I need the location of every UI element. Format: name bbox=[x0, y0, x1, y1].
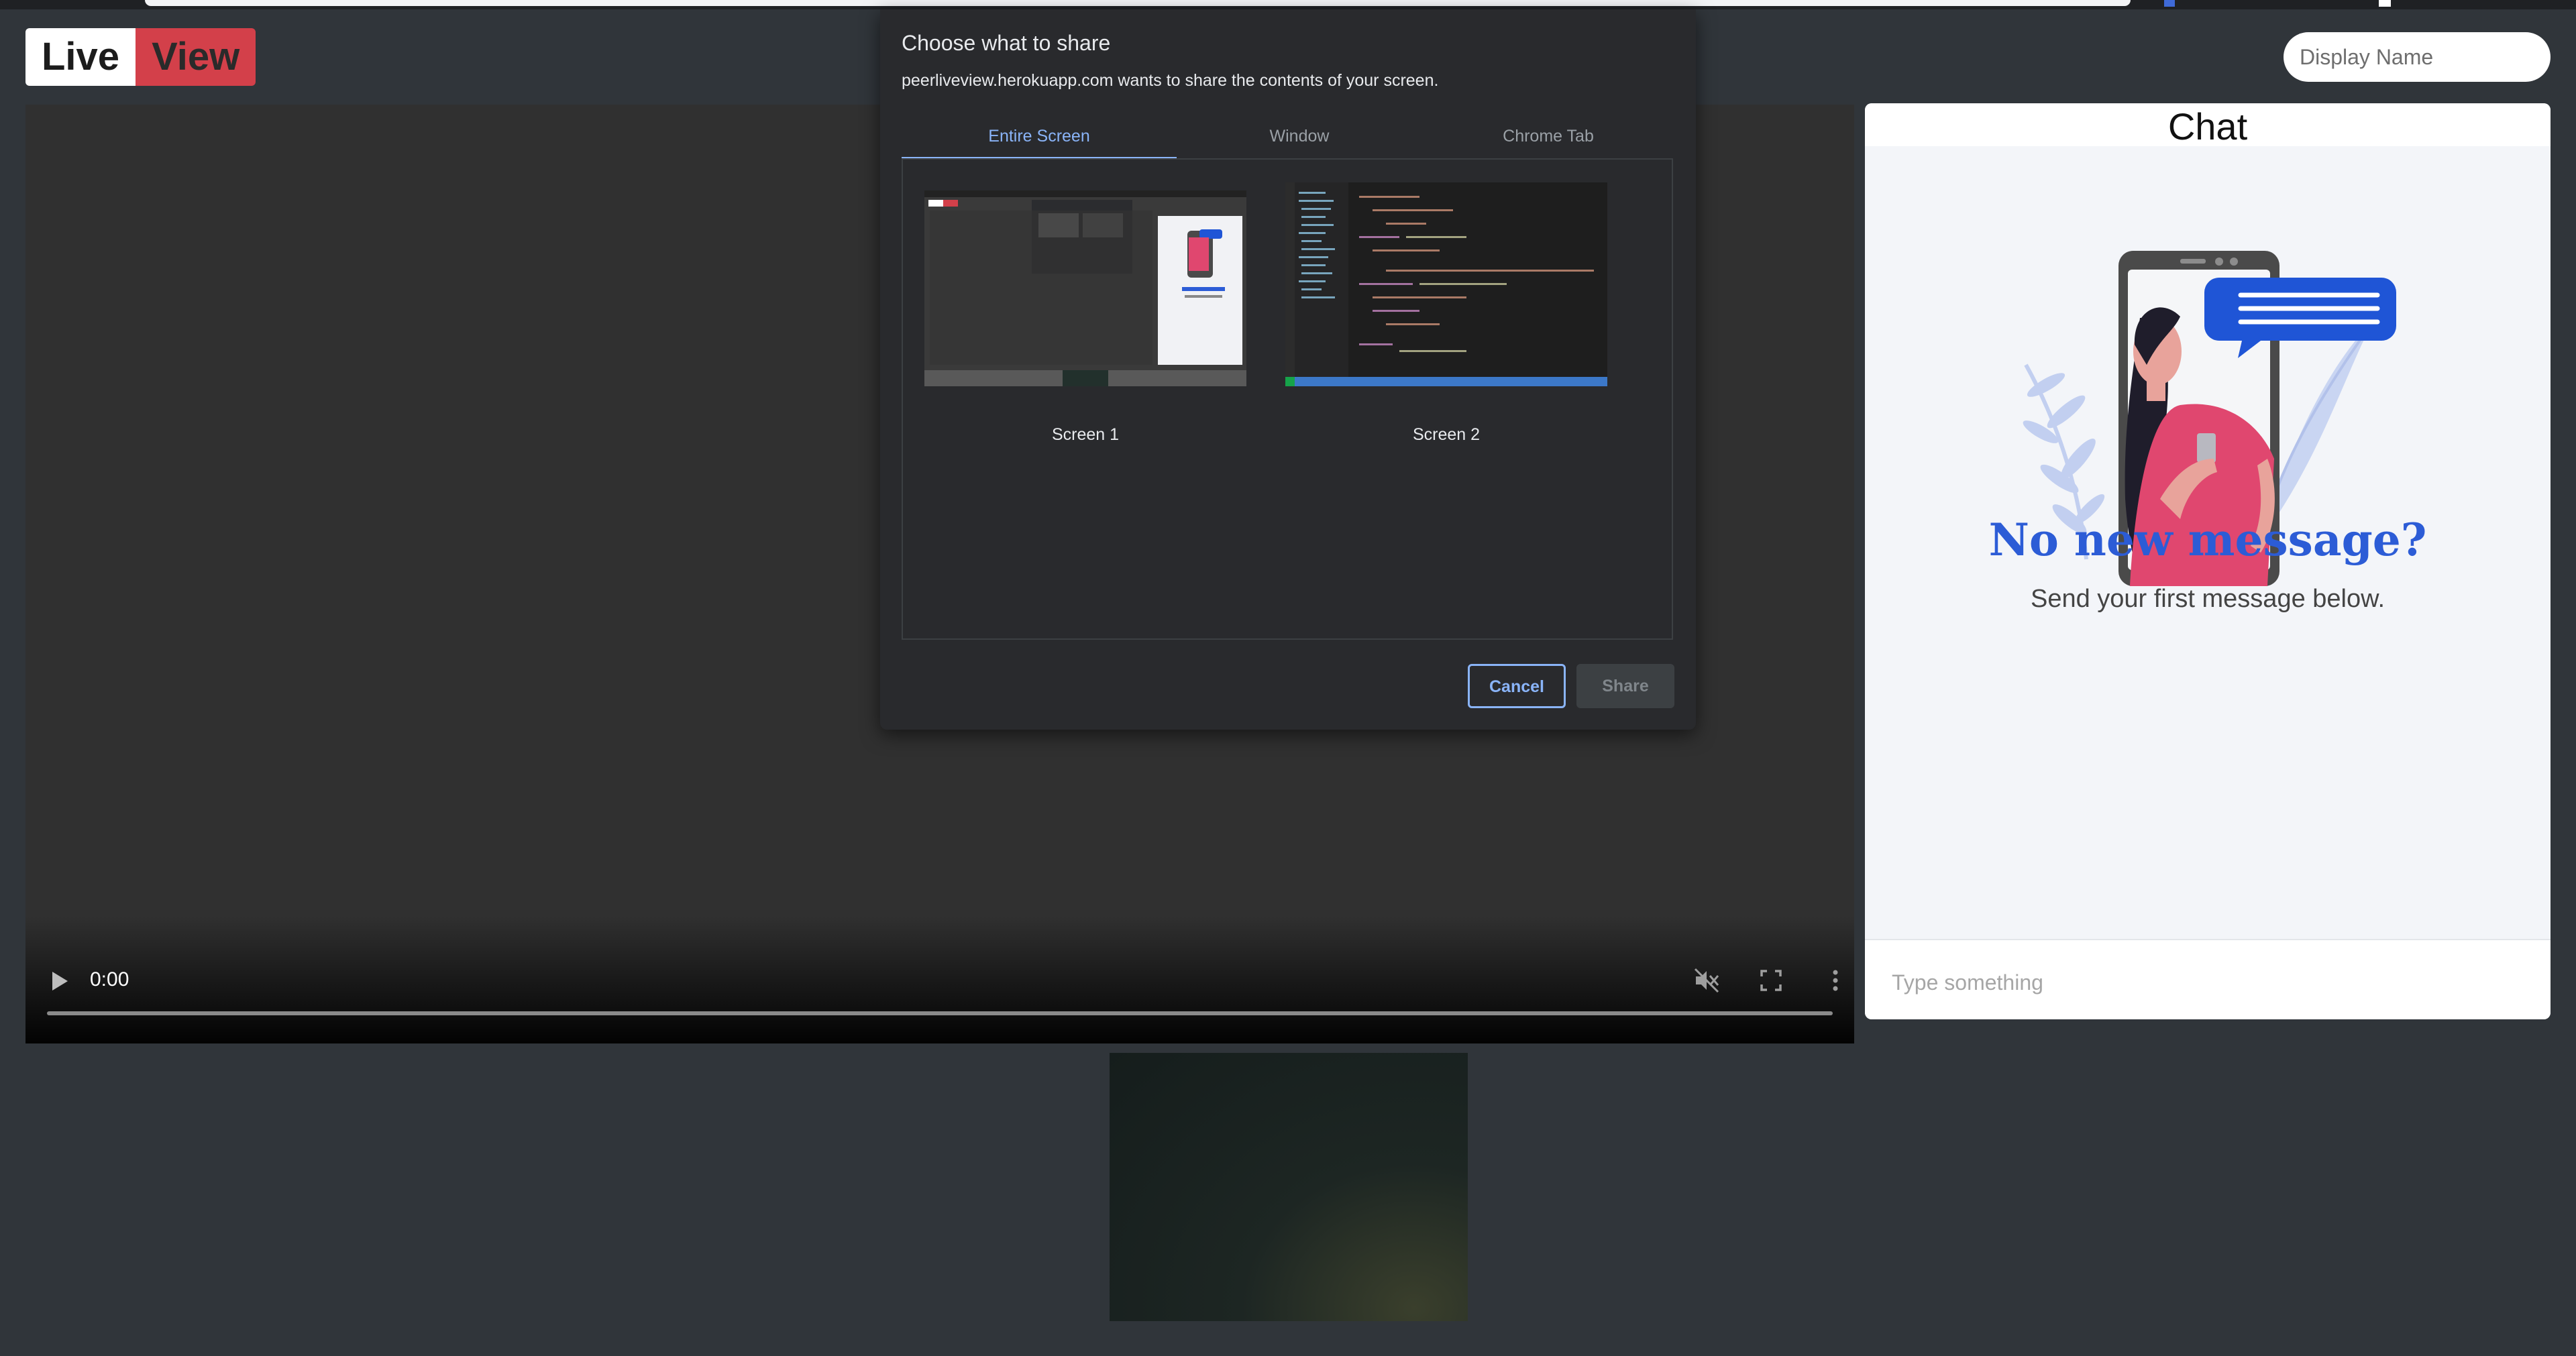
tab-window[interactable]: Window bbox=[1177, 113, 1422, 160]
share-source-tabs: Entire Screen Window Chrome Tab bbox=[902, 113, 1674, 160]
tab-entire-screen[interactable]: Entire Screen bbox=[902, 113, 1177, 160]
chat-title: Chat bbox=[2167, 105, 2248, 148]
fullscreen-icon[interactable] bbox=[1756, 966, 1786, 995]
browser-address-bar[interactable] bbox=[145, 0, 2131, 6]
browser-extension-icon[interactable] bbox=[2164, 0, 2175, 7]
app-logo: Live View bbox=[25, 28, 256, 86]
play-icon[interactable] bbox=[50, 970, 70, 993]
more-vert-icon[interactable] bbox=[1821, 966, 1850, 995]
logo-live-text: Live bbox=[25, 28, 136, 86]
share-button[interactable]: Share bbox=[1576, 664, 1674, 708]
screen-2-label: Screen 2 bbox=[1412, 425, 1481, 444]
video-progress-track[interactable] bbox=[47, 1011, 1833, 1015]
browser-profile-icon[interactable] bbox=[2379, 0, 2391, 7]
screen-share-dialog: Choose what to share peerliveview.heroku… bbox=[880, 9, 1696, 730]
dialog-title: Choose what to share bbox=[902, 31, 1111, 55]
screen-1-label: Screen 1 bbox=[1051, 425, 1120, 444]
screen-1-thumbnail[interactable] bbox=[924, 190, 1246, 386]
no-messages-subtitle: Send your first message below. bbox=[2030, 585, 2385, 613]
local-webcam-preview bbox=[1110, 1053, 1468, 1321]
chat-input-bar bbox=[1865, 939, 2551, 1019]
chat-panel: Chat No new message? Send your first mes… bbox=[1865, 103, 2551, 1019]
video-controls-gradient bbox=[25, 916, 1854, 1043]
mute-icon[interactable] bbox=[1692, 966, 1721, 995]
browser-top-strip bbox=[0, 0, 2576, 9]
tab-chrome-tab[interactable]: Chrome Tab bbox=[1422, 113, 1674, 160]
dialog-description: peerliveview.herokuapp.com wants to shar… bbox=[902, 71, 1439, 90]
no-messages-title: No new message? bbox=[1988, 514, 2427, 566]
video-time-label: 0:00 bbox=[90, 968, 129, 991]
chat-message-input[interactable] bbox=[1890, 963, 2524, 1002]
share-source-list: Screen 1 Screen 2 bbox=[902, 158, 1673, 640]
display-name-input[interactable] bbox=[2284, 32, 2551, 82]
screen-2-thumbnail[interactable] bbox=[1285, 182, 1607, 386]
cancel-button[interactable]: Cancel bbox=[1468, 664, 1566, 708]
logo-view-text: View bbox=[136, 28, 256, 86]
chat-header: Chat bbox=[1865, 103, 2551, 148]
